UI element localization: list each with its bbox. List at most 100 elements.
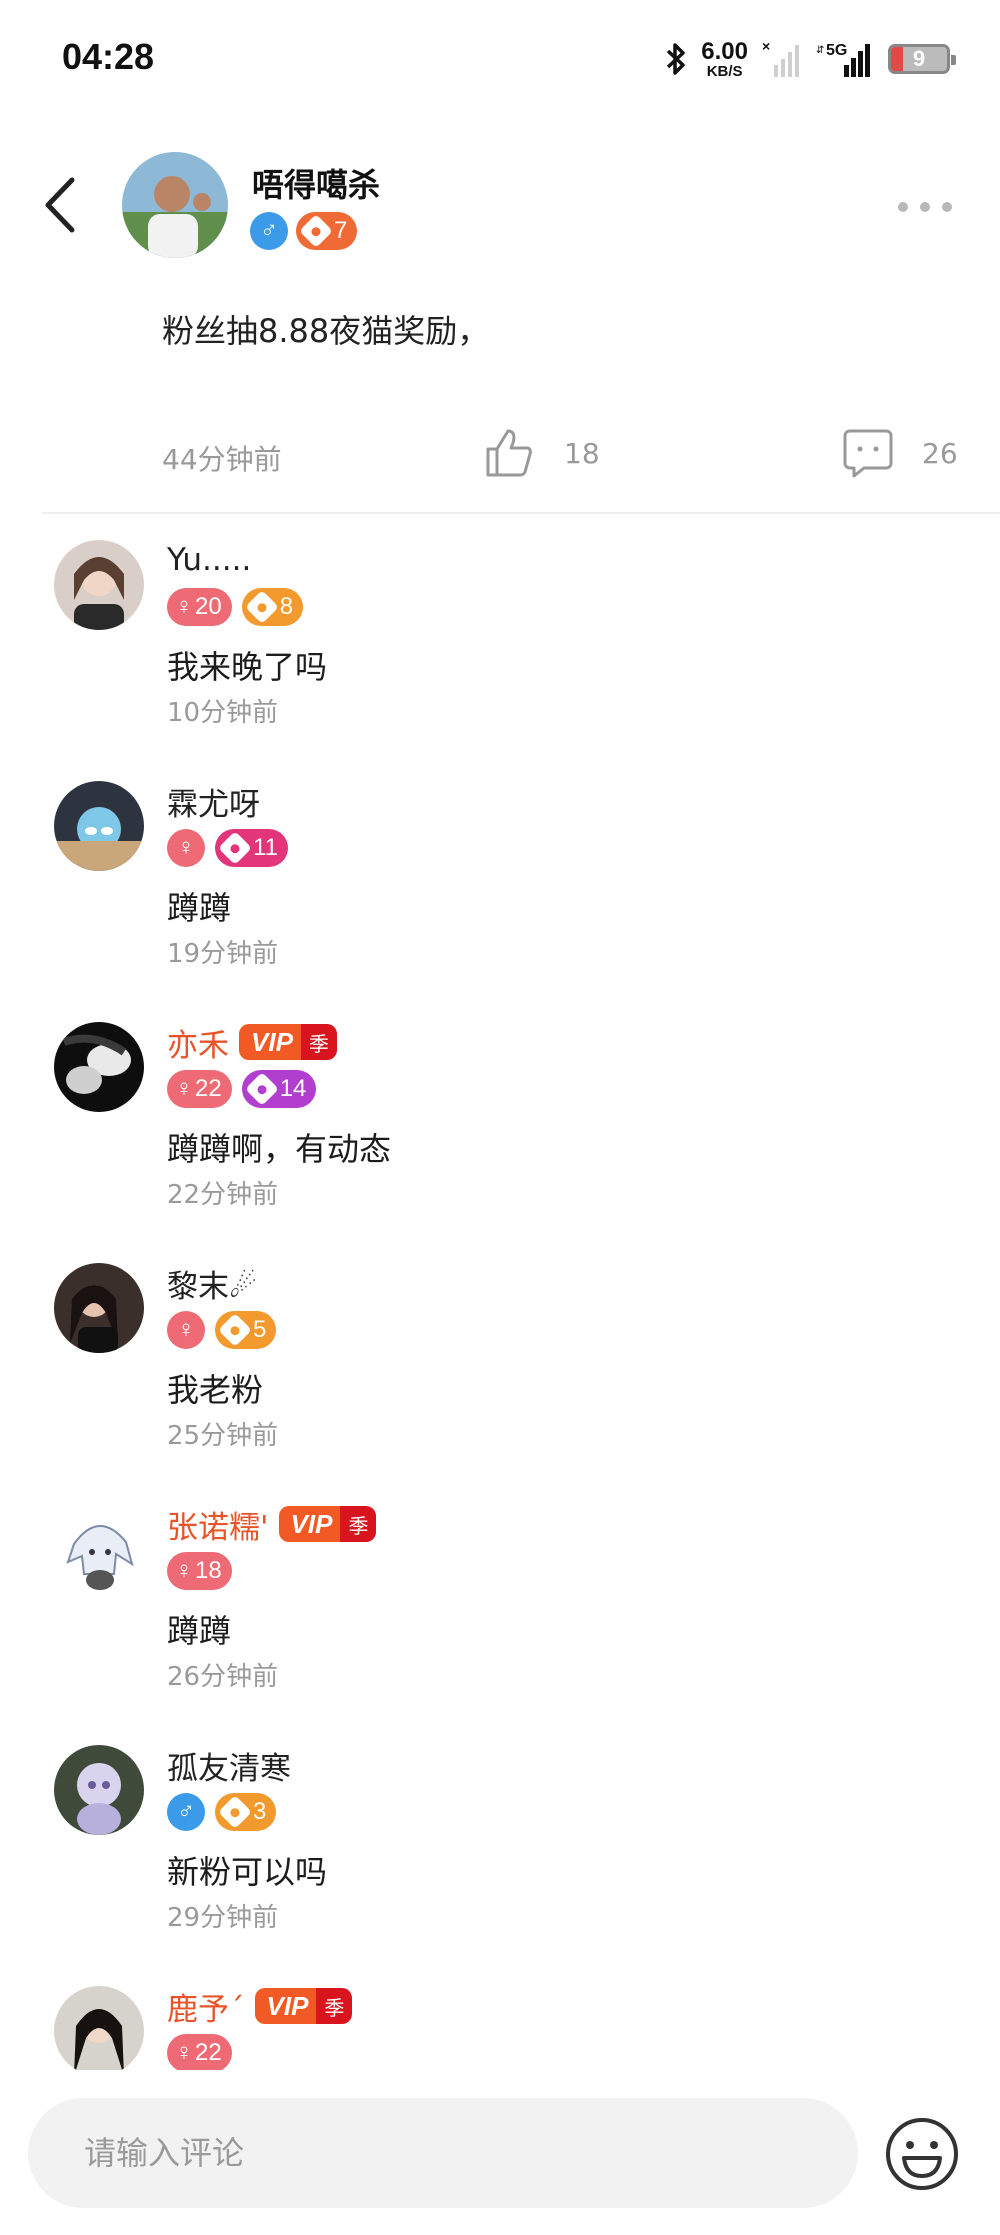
gender-age-badge: ♀ 22: [167, 1070, 232, 1108]
comment-item[interactable]: 黎末☄ ♀ 5 我老粉 25分钟前: [0, 1263, 1000, 1483]
level-badge: 5: [215, 1311, 277, 1349]
author-badges: ♂ 7: [250, 212, 358, 250]
comment-text: 我来晚了吗: [167, 648, 328, 686]
commenter-name[interactable]: 鹿予´: [167, 1986, 245, 2029]
post-text: 粉丝抽8.88夜猫奖励，: [162, 312, 490, 350]
level-badge: 7: [296, 212, 358, 250]
gender-male-icon: ♂: [260, 217, 278, 244]
comment-text: 蹲蹲啊，有动态: [167, 1130, 392, 1168]
commenter-avatar[interactable]: [54, 781, 144, 871]
network-speed: 6.00 KB/S: [701, 37, 748, 79]
wifi-signal-off-icon: ×: [762, 39, 799, 77]
comment-time: 29分钟前: [167, 1903, 279, 1933]
gender-age-badge: ♀ 20: [167, 588, 232, 626]
comment-text: 新粉可以吗: [167, 1853, 328, 1891]
like-button[interactable]: 18: [484, 420, 600, 486]
network-speed-value: 6.00: [701, 37, 748, 65]
comment-item[interactable]: 霖尤呀 ♀ 11 蹲蹲 19分钟前: [0, 781, 1000, 1001]
commenter-name[interactable]: 亦禾: [167, 1020, 229, 1065]
comment-count: 26: [922, 436, 958, 470]
comment-input[interactable]: [28, 2098, 858, 2208]
comment-button[interactable]: 26: [842, 420, 958, 486]
gender-female-icon: ♀: [175, 1557, 193, 1584]
gender-badge: ♀: [167, 829, 205, 867]
vip-badge: VIP 季: [254, 1988, 353, 2024]
commenter-badges: ♀ 22 14: [167, 1070, 317, 1108]
comment-time: 19分钟前: [167, 939, 279, 969]
svg-text:×: ×: [762, 39, 770, 54]
more-icon[interactable]: [898, 192, 952, 222]
commenter-name[interactable]: 孤友清寒: [167, 1743, 291, 1788]
emoji-button[interactable]: [884, 2116, 960, 2192]
comment-time: 25分钟前: [167, 1421, 279, 1451]
post-time: 44分钟前: [162, 443, 282, 476]
commenter-badges: ♂ 3: [167, 1793, 277, 1831]
commenter-avatar[interactable]: [54, 1745, 144, 1835]
vip-badge: VIP 季: [239, 1024, 337, 1060]
status-bar: 04:28 6.00 KB/S × ⇵ 5G 9: [0, 0, 1000, 120]
commenter-name[interactable]: 张诺糯': [167, 1502, 269, 1547]
back-arrow-icon: [45, 177, 75, 233]
commenter-avatar[interactable]: [54, 540, 144, 630]
gender-female-icon: ♀: [175, 2039, 193, 2066]
author-avatar[interactable]: [122, 152, 228, 258]
post-meta: 44分钟前 18 26: [0, 420, 1000, 490]
comment-input-bar: [0, 2070, 1000, 2235]
commenter-name[interactable]: Yu.....: [167, 542, 251, 578]
gender-age-badge: ♀ 22: [167, 2034, 232, 2070]
gender-male-icon: ♂: [177, 1798, 195, 1825]
gender-age-badge: ♀ 18: [167, 1552, 232, 1590]
gender-female-icon: ♀: [177, 1316, 195, 1343]
bluetooth-icon: [667, 43, 686, 75]
gender-badge: ♂: [250, 212, 288, 250]
gender-badge: ♀: [167, 1311, 205, 1349]
level-diamond-icon: [299, 214, 333, 248]
level-diamond-icon: [244, 590, 279, 624]
comment-item[interactable]: 亦禾 VIP 季 ♀ 22 14 蹲蹲啊，有动态 22分钟前: [0, 1022, 1000, 1242]
battery-level: 9: [912, 46, 926, 71]
gender-female-icon: ♀: [175, 593, 193, 620]
back-button[interactable]: [38, 172, 86, 238]
commenter-name[interactable]: 黎末☄: [167, 1261, 257, 1306]
commenter-avatar[interactable]: [54, 1986, 144, 2070]
like-count: 18: [564, 436, 600, 470]
svg-text:⇵: ⇵: [816, 45, 824, 56]
comment-item[interactable]: 鹿予´ VIP 季 ♀ 22: [0, 1986, 1000, 2070]
signal-icon: ⇵ 5G: [816, 42, 870, 77]
status-time: 04:28: [62, 36, 155, 77]
level-badge: 11: [215, 829, 288, 867]
comment-icon: [843, 429, 893, 478]
commenter-badges: ♀ 11: [167, 829, 288, 867]
gender-female-icon: ♀: [175, 1075, 193, 1102]
commenter-badges: ♀ 5: [167, 1311, 277, 1349]
commenter-badges: ♀ 20 8: [167, 588, 304, 626]
comment-time: 26分钟前: [167, 1662, 279, 1692]
emoji-icon: [886, 2118, 958, 2190]
comment-text: 蹲蹲: [167, 889, 232, 927]
gender-female-icon: ♀: [177, 834, 195, 861]
commenter-badges: ♀ 18: [167, 1552, 232, 1590]
level-badge: 3: [215, 1793, 277, 1831]
like-icon: [486, 429, 532, 477]
commenter-avatar[interactable]: [54, 1022, 144, 1112]
status-icons: 6.00 KB/S × ⇵ 5G 9: [665, 36, 956, 82]
level-diamond-icon: [244, 1072, 279, 1106]
level-diamond-icon: [218, 831, 252, 865]
commenter-name[interactable]: 霖尤呀: [167, 779, 260, 824]
comment-text: 我老粉: [167, 1371, 264, 1409]
author-name[interactable]: 唔得噶杀: [252, 160, 380, 206]
comment-item[interactable]: 张诺糯' VIP 季 ♀ 18 蹲蹲 26分钟前: [0, 1504, 1000, 1724]
commenter-avatar[interactable]: [54, 1504, 144, 1594]
comment-item[interactable]: 孤友清寒 ♂ 3 新粉可以吗 29分钟前: [0, 1745, 1000, 1965]
svg-text:5G: 5G: [826, 42, 847, 59]
divider: [42, 512, 1000, 514]
level-badge: 14: [241, 1070, 317, 1108]
level-badge: 8: [241, 588, 304, 626]
commenter-avatar[interactable]: [54, 1263, 144, 1353]
vip-badge: VIP 季: [278, 1506, 377, 1542]
commenter-badges: ♀ 22: [167, 2034, 232, 2070]
comment-time: 10分钟前: [167, 698, 279, 728]
comment-time: 22分钟前: [167, 1180, 279, 1210]
comment-item[interactable]: Yu..... ♀ 20 8 我来晚了吗 10分钟前: [0, 540, 1000, 760]
level-diamond-icon: [218, 1795, 252, 1829]
